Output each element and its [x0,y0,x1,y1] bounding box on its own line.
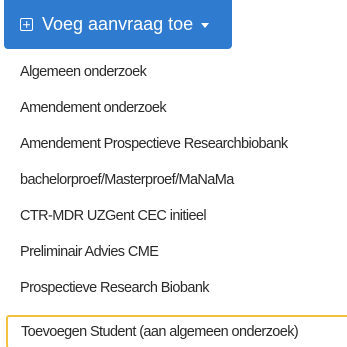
menu-item-label: Amendement Prospectieve Researchbiobank [20,136,288,152]
menu-item-amendement-prospectieve-researchbiobank[interactable]: Amendement Prospectieve Researchbiobank [0,126,347,162]
menu-item-algemeen-onderzoek[interactable]: Algemeen onderzoek [0,54,347,90]
menu-item-label: Toevoegen Student (aan algemeen onderzoe… [21,324,299,340]
add-request-button[interactable]: Voeg aanvraag toe [4,0,232,49]
menu-item-ctr-mdr[interactable]: CTR-MDR UZGent CEC initieel [0,198,347,234]
menu-item-label: Preliminair Advies CME [20,244,159,260]
menu-item-toevoegen-student[interactable]: Toevoegen Student (aan algemeen onderzoe… [6,315,347,347]
menu-item-preliminair-advies[interactable]: Preliminair Advies CME [0,234,347,270]
dropdown-menu: Algemeen onderzoek Amendement onderzoek … [0,49,347,347]
page: Voeg aanvraag toe Algemeen onderzoek Ame… [0,0,347,347]
menu-item-label: Prospectieve Research Biobank [20,280,210,296]
menu-item-prospectieve-research-biobank[interactable]: Prospectieve Research Biobank [0,270,347,306]
menu-item-label: Amendement onderzoek [20,100,167,116]
caret-down-icon [201,23,210,28]
plus-square-icon [20,18,33,31]
menu-item-amendement-onderzoek[interactable]: Amendement onderzoek [0,90,347,126]
menu-item-bachelorproef[interactable]: bachelorproef/Masterproef/MaNaMa [0,162,347,198]
menu-item-label: bachelorproef/Masterproef/MaNaMa [20,172,234,188]
add-request-label: Voeg aanvraag toe [42,14,194,34]
menu-item-label: CTR-MDR UZGent CEC initieel [20,208,207,224]
menu-item-label: Algemeen onderzoek [20,64,147,80]
